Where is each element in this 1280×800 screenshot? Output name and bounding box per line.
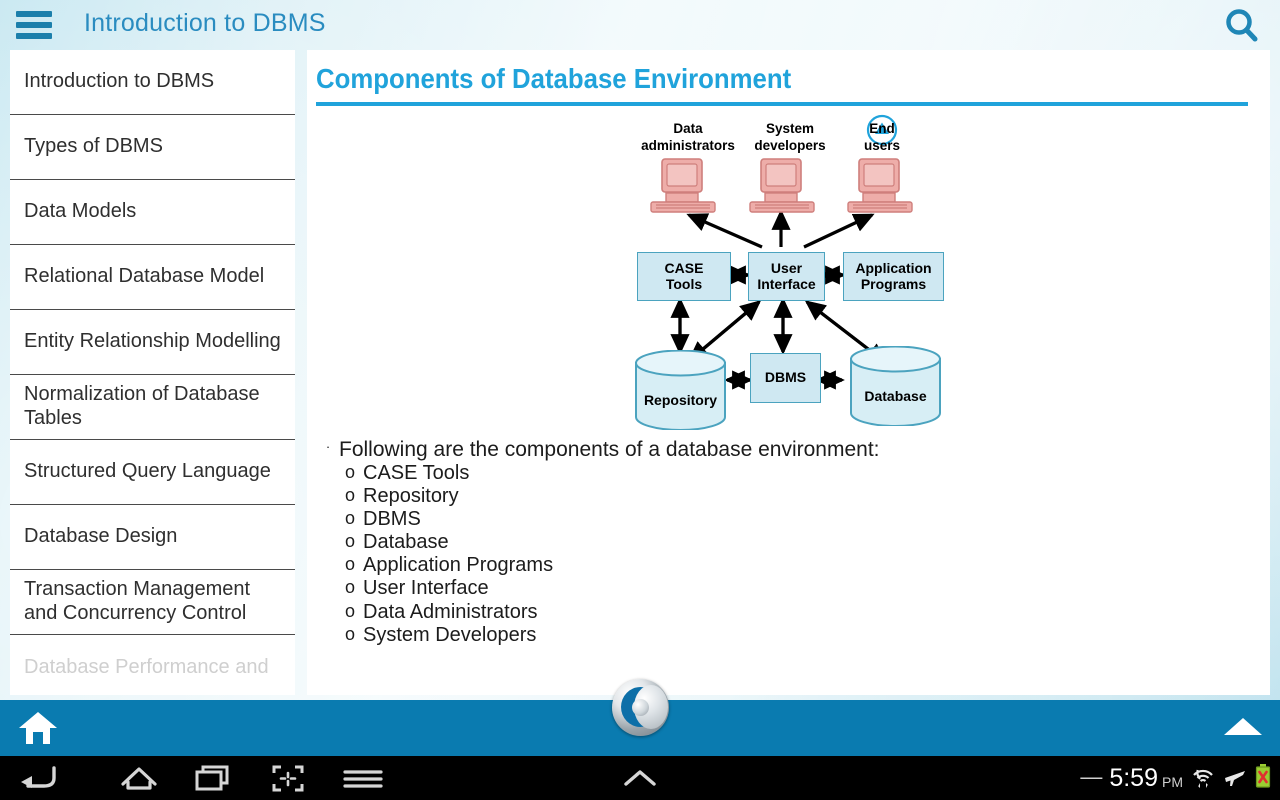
- diagram-box-application-programs: Application Programs: [843, 252, 944, 301]
- sidebar-item-label: Relational Database Model: [24, 265, 265, 288]
- sidebar-item-label: Database Performance and: [24, 655, 269, 678]
- list-item: o Repository: [345, 485, 1257, 508]
- list-item: o Database: [345, 531, 1257, 554]
- list-item-label: User Interface: [363, 577, 489, 600]
- android-navigation-bar: — 5:59 PM: [0, 756, 1280, 800]
- search-icon[interactable]: [1222, 6, 1262, 46]
- bullet-list: · Following are the components of a data…: [317, 438, 1257, 647]
- recents-icon[interactable]: [188, 762, 240, 794]
- sub-bullet-icon: o: [345, 507, 356, 528]
- computer-icon: [747, 157, 819, 219]
- topic-sidebar[interactable]: Introduction to DBMS Types of DBMS Data …: [10, 50, 295, 695]
- up-arrow-icon[interactable]: [1224, 718, 1262, 735]
- battery-error-icon: [1254, 763, 1272, 794]
- sub-bullet-icon: o: [345, 531, 356, 552]
- logo-inner: [632, 699, 649, 716]
- sub-bullet-icon: o: [345, 623, 356, 644]
- clock: 5:59: [1109, 763, 1158, 792]
- diagram-cylinder-repository: Repository: [634, 349, 727, 431]
- wifi-icon: [1190, 763, 1216, 794]
- title-underline: [316, 102, 1248, 106]
- list-item-label: Database: [363, 531, 449, 554]
- sidebar-item-label: Data Models: [24, 200, 137, 223]
- sidebar-item-label: Transaction Management and Concurrency C…: [24, 578, 251, 624]
- home-icon[interactable]: [18, 710, 58, 746]
- list-item: o Application Programs: [345, 554, 1257, 577]
- app-header: Introduction to DBMS: [0, 0, 1280, 50]
- list-item-label: System Developers: [363, 623, 537, 646]
- hamburger-icon[interactable]: [16, 11, 52, 39]
- list-item-label: Application Programs: [363, 554, 554, 577]
- sub-bullet-icon: o: [345, 577, 356, 598]
- list-item: o System Developers: [345, 624, 1257, 647]
- list-item-label: DBMS: [363, 507, 421, 530]
- cylinder-label: Database: [864, 388, 927, 404]
- sub-bullet-icon: o: [345, 600, 356, 621]
- sidebar-item-label: Normalization of Database Tables: [24, 383, 260, 429]
- bullet-intro: · Following are the components of a data…: [317, 438, 1257, 462]
- sidebar-item-7[interactable]: Database Design: [10, 505, 295, 570]
- list-item: o CASE Tools: [345, 462, 1257, 485]
- list-item: o User Interface: [345, 577, 1257, 600]
- status-dash: —: [1080, 763, 1103, 789]
- sidebar-item-4[interactable]: Entity Relationship Modelling: [10, 310, 295, 375]
- collapse-nav-icon[interactable]: [614, 762, 666, 794]
- content-panel: Components of Database Environment Data …: [307, 50, 1270, 695]
- bullet-dot-icon: ·: [325, 439, 331, 454]
- menu-icon[interactable]: [337, 762, 389, 794]
- sidebar-item-label: Structured Query Language: [24, 460, 271, 483]
- sidebar-item-6[interactable]: Structured Query Language: [10, 440, 295, 505]
- app-logo-badge[interactable]: [612, 679, 669, 736]
- cylinder-label: Repository: [643, 392, 718, 408]
- screenshot-icon[interactable]: [262, 762, 314, 794]
- home-icon[interactable]: [113, 762, 165, 794]
- sidebar-item-8[interactable]: Transaction Management and Concurrency C…: [10, 570, 295, 635]
- sidebar-item-9[interactable]: Database Performance and: [10, 635, 295, 695]
- computer-icon: [845, 157, 917, 219]
- diagram-cylinder-database: Database: [849, 345, 942, 427]
- sidebar-item-1[interactable]: Types of DBMS: [10, 115, 295, 180]
- sidebar-item-2[interactable]: Data Models: [10, 180, 295, 245]
- list-item: o DBMS: [345, 508, 1257, 531]
- list-item-label: Data Administrators: [363, 600, 538, 623]
- sub-bullet-icon: o: [345, 461, 356, 482]
- list-item: o Data Administrators: [345, 601, 1257, 624]
- sidebar-item-label: Types of DBMS: [24, 135, 163, 158]
- clock-ampm: PM: [1162, 773, 1183, 790]
- sidebar-item-3[interactable]: Relational Database Model: [10, 245, 295, 310]
- sidebar-item-label: Database Design: [24, 525, 178, 548]
- diagram-box-case-tools: CASE Tools: [637, 252, 731, 301]
- sidebar-item-label: Entity Relationship Modelling: [24, 330, 281, 353]
- diagram-box-dbms: DBMS: [750, 353, 821, 403]
- sidebar-item-0[interactable]: Introduction to DBMS: [10, 50, 295, 115]
- tablet-screen: Introduction to DBMS Introduction to DBM…: [0, 0, 1280, 800]
- sidebar-item-5[interactable]: Normalization of Database Tables: [10, 375, 295, 440]
- back-icon[interactable]: [14, 762, 66, 794]
- list-item-label: Repository: [363, 484, 459, 507]
- sub-bullet-icon: o: [345, 484, 356, 505]
- diagram-box-user-interface: User Interface: [748, 252, 825, 301]
- sidebar-item-label: Introduction to DBMS: [24, 70, 215, 93]
- list-item-label: CASE Tools: [363, 461, 470, 484]
- page-title: Components of Database Environment: [316, 63, 792, 94]
- airplane-mode-icon: [1223, 764, 1247, 793]
- database-environment-diagram: Data administrators System developers En…: [307, 120, 1270, 431]
- actor-label-0: Data administrators: [641, 121, 735, 154]
- app-title: Introduction to DBMS: [84, 9, 326, 37]
- bullet-intro-text: Following are the components of a databa…: [339, 438, 880, 461]
- actor-label-2: End users: [863, 121, 901, 154]
- computer-icon: [648, 157, 720, 219]
- sub-bullet-icon: o: [345, 554, 356, 575]
- status-area: — 5:59 PM: [1080, 756, 1272, 800]
